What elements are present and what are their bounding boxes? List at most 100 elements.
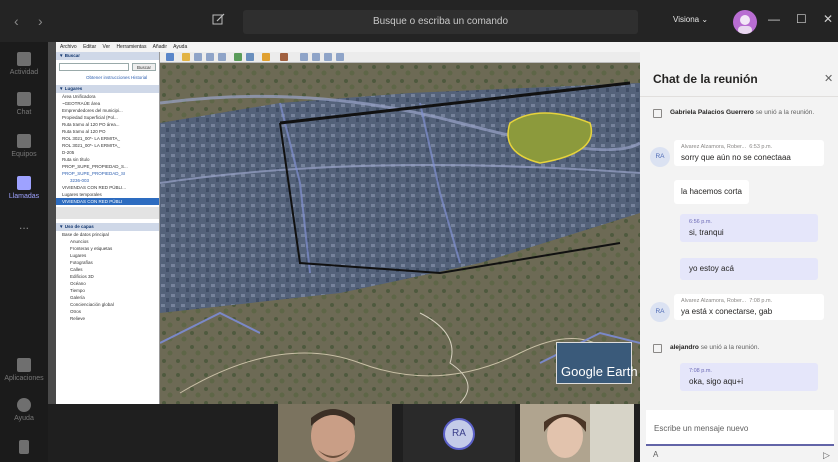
list-item[interactable]: VIVIENDAS CON RED PÚBLI <box>56 198 159 205</box>
list-item[interactable]: ROL 3021_00*- LA ERMITA_ <box>56 142 159 149</box>
avatar[interactable]: RA <box>650 147 670 167</box>
list-item[interactable]: Océano <box>56 280 159 287</box>
planet-icon[interactable] <box>280 53 288 61</box>
path-icon[interactable] <box>206 53 214 61</box>
maps-icon[interactable] <box>336 53 344 61</box>
ge-menu-item[interactable]: Archivo <box>60 44 77 50</box>
overlay-icon[interactable] <box>218 53 226 61</box>
rail-item-activity[interactable]: Actividad <box>0 52 48 76</box>
list-item[interactable]: Anuncios <box>56 238 159 245</box>
close-icon[interactable]: ✕ <box>824 72 833 85</box>
message-text: la hacemos corta <box>681 187 742 196</box>
rail-label: Llamadas <box>8 193 40 200</box>
list-item[interactable]: Propiedad Superficial (Pol... <box>56 114 159 121</box>
participant-name: Gabriela Palacios Guerrero <box>670 109 754 116</box>
list-item[interactable]: Lugares <box>56 252 159 259</box>
ruler-icon[interactable] <box>300 53 308 61</box>
history-icon[interactable] <box>246 53 254 61</box>
list-item[interactable]: Otros <box>56 308 159 315</box>
ge-places-header[interactable]: ▼ Lugares <box>56 85 159 93</box>
list-item[interactable]: Fronteras y etiquetas <box>56 245 159 252</box>
list-item[interactable]: Fotografías <box>56 259 159 266</box>
forward-arrow-icon[interactable]: › <box>38 13 43 29</box>
participant-video[interactable] <box>278 404 392 462</box>
list-item[interactable]: Edificios 3D <box>56 273 159 280</box>
list-item[interactable]: Calles <box>56 266 159 273</box>
sun-icon[interactable] <box>262 53 270 61</box>
apps-icon <box>17 358 31 372</box>
ge-menu-item[interactable]: Ver <box>103 44 111 50</box>
rail-item-more[interactable]: ... <box>0 218 48 232</box>
placemark-icon[interactable] <box>182 53 190 61</box>
participant-video-frame <box>278 404 392 462</box>
rail-item-calls[interactable]: Llamadas <box>0 176 48 200</box>
send-icon[interactable]: ▷ <box>823 450 830 461</box>
message-time: 6:56 p.m. <box>689 219 712 225</box>
list-item[interactable]: Área Unificadora <box>56 93 159 100</box>
ge-search-button[interactable]: Buscar <box>132 63 156 71</box>
user-name-text: Visiona <box>673 15 700 24</box>
list-item[interactable]: 3236-003 <box>56 177 159 184</box>
my-chat-message: 7:08 p.m. oka, sigo aqu+i <box>680 363 818 391</box>
rail-item-teams[interactable]: Equipos <box>0 134 48 158</box>
ge-menu-item[interactable]: Ayuda <box>173 44 187 50</box>
message-time: 7:08 p.m. <box>689 368 712 374</box>
list-item[interactable]: Ruta sin título <box>56 156 159 163</box>
ge-search-links[interactable]: Obtener instrucciones Historial <box>56 74 159 81</box>
user-name[interactable]: Visiona ⌄ <box>673 15 708 24</box>
rail-item-help[interactable]: Ayuda <box>0 398 48 422</box>
ge-menu-item[interactable]: Herramientas <box>116 44 146 50</box>
list-item[interactable]: D-205 <box>56 149 159 156</box>
tour-icon[interactable] <box>234 53 242 61</box>
list-item[interactable]: PROP_SUPE_PROPIEDAD_SI <box>56 170 159 177</box>
list-item[interactable]: Relieve <box>56 315 159 322</box>
maximize-button[interactable]: ☐ <box>796 12 807 26</box>
list-item[interactable]: Base de datos principal <box>56 231 159 238</box>
list-item[interactable]: ROL 3021_00*- LA ERMITA_ <box>56 135 159 142</box>
ge-menu-item[interactable]: Añadir <box>153 44 167 50</box>
back-arrow-icon[interactable]: ‹ <box>14 13 19 29</box>
minimize-button[interactable]: — <box>768 12 780 26</box>
list-item[interactable]: Ruta tramo al 120 PO <box>56 128 159 135</box>
shared-screen: Archivo Editar Ver Herramientas Añadir A… <box>48 42 640 404</box>
list-item[interactable]: VIVIENDAS CON RED PÚBLI... <box>56 184 159 191</box>
participant-video[interactable] <box>520 404 634 462</box>
ge-search-input[interactable] <box>59 63 129 71</box>
avatar[interactable]: RA <box>650 302 670 322</box>
ge-menu-item[interactable]: Editar <box>83 44 96 50</box>
avatar[interactable] <box>733 10 757 34</box>
polygon-icon[interactable] <box>194 53 202 61</box>
list-item[interactable]: Concienciación global <box>56 301 159 308</box>
ge-search-header[interactable]: ▼ Buscar <box>56 52 159 60</box>
message-sender: Alvarez Alzamora, Rober... <box>681 298 747 304</box>
compose-icon[interactable] <box>212 12 226 26</box>
participant-strip: RA <box>48 404 640 462</box>
rail-item-chat[interactable]: Chat <box>0 92 48 116</box>
close-button[interactable]: ✕ <box>823 12 833 26</box>
email-icon[interactable] <box>312 53 320 61</box>
print-icon[interactable] <box>324 53 332 61</box>
meeting-chat-panel: Chat de la reunión ✕ Gabriela Palacios G… <box>640 42 838 462</box>
list-item[interactable]: Ruta tramo al 120 PO área... <box>56 121 159 128</box>
ge-places-list: Área Unificadora ~GEOTRAÚE área Emprende… <box>56 93 159 205</box>
search-input[interactable]: Busque o escriba un comando <box>243 10 638 34</box>
message-composer[interactable]: Escribe un mensaje nuevo <box>646 410 834 446</box>
list-item[interactable]: Galería <box>56 294 159 301</box>
list-item[interactable]: Lugares temporales <box>56 191 159 198</box>
rail-item-device[interactable] <box>0 440 48 457</box>
chat-message: la hacemos corta <box>674 180 749 204</box>
list-item[interactable]: Tiempo <box>56 287 159 294</box>
list-item[interactable]: ~GEOTRAÚE área <box>56 100 159 107</box>
participant-tile-ra[interactable]: RA <box>403 404 515 462</box>
participant-avatar: RA <box>443 418 475 450</box>
list-item[interactable]: Emprendedores del municipi... <box>56 107 159 114</box>
rail-label: Chat <box>16 109 32 116</box>
format-icon[interactable]: A <box>653 450 658 459</box>
chat-message: Alvarez Alzamora, Rober... 7:08 p.m. ya … <box>674 294 824 320</box>
my-chat-message: yo estoy acá <box>680 258 818 280</box>
ge-layers-header[interactable]: ▼ Uso de capas <box>56 223 159 231</box>
list-item[interactable]: PROP_SUPE_PROPIEDAD_S... <box>56 163 159 170</box>
rail-item-apps[interactable]: Aplicaciones <box>0 358 48 382</box>
sidebar-toggle-icon[interactable] <box>166 53 174 61</box>
app-rail: Actividad Chat Equipos Llamadas ... Apli… <box>0 42 48 462</box>
